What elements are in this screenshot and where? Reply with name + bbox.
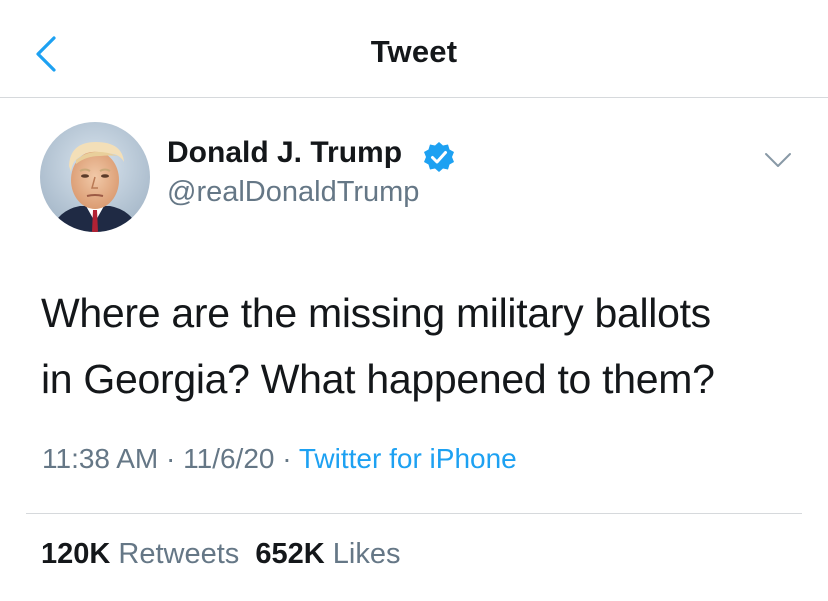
tweet-text-line: Where are the missing military ballots — [41, 290, 711, 336]
tweet-text-line: in Georgia? What happened to them? — [41, 356, 715, 402]
navigation-bar: Tweet — [0, 0, 828, 98]
meta-separator: · — [166, 443, 176, 474]
user-handle[interactable]: @realDonaldTrump — [167, 176, 419, 209]
retweets-label: Retweets — [118, 538, 240, 570]
tweet-metadata: 11:38 AM · 11/6/20 · Twitter for iPhone — [42, 443, 517, 475]
divider — [26, 513, 802, 514]
page-title: Tweet — [370, 34, 458, 69]
likes-label: Likes — [332, 538, 401, 570]
avatar[interactable] — [40, 122, 150, 232]
tweet-text: Where are the missing military ballots i… — [41, 280, 801, 412]
tweet-time: 11:38 AM — [42, 443, 159, 474]
verified-badge-icon — [422, 140, 456, 174]
more-options-button[interactable] — [762, 146, 794, 172]
retweets-count: 120K — [41, 538, 111, 570]
likes-count: 652K — [255, 538, 325, 570]
tweet-date: 11/6/20 — [183, 443, 275, 474]
tweet-source-link[interactable]: Twitter for iPhone — [299, 443, 517, 474]
retweets-stat[interactable]: 120K Retweets — [41, 538, 239, 570]
tweet-stats: 120K Retweets 652K Likes — [41, 538, 401, 571]
display-name[interactable]: Donald J. Trump — [167, 136, 402, 170]
meta-separator: · — [282, 443, 292, 474]
chevron-down-icon — [765, 153, 791, 167]
likes-stat[interactable]: 652K Likes — [255, 538, 400, 570]
